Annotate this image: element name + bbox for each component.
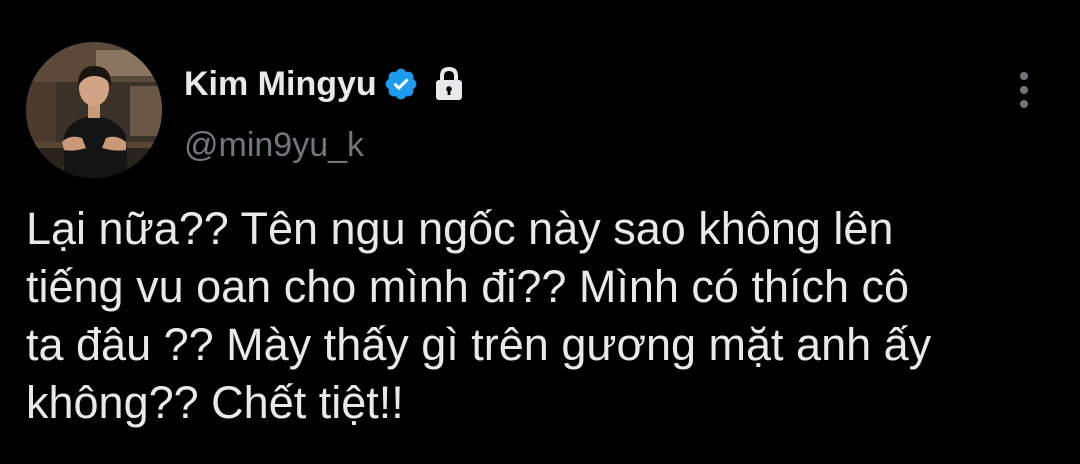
- verified-badge-icon: [383, 66, 419, 102]
- author-name-row: Kim Mingyu: [184, 60, 465, 108]
- more-vertical-icon: [1020, 100, 1028, 108]
- lock-icon: [433, 65, 465, 103]
- avatar-photo: [26, 42, 162, 178]
- tweet: Kim Mingyu @min9yu_k Lại nữa?? Tên ngu n…: [0, 0, 1080, 464]
- more-vertical-icon: [1020, 72, 1028, 80]
- more-vertical-icon: [1020, 86, 1028, 94]
- tweet-text: Lại nữa?? Tên ngu ngốc này sao không lên…: [26, 203, 932, 428]
- author-handle[interactable]: @min9yu_k: [184, 126, 364, 165]
- more-options-button[interactable]: [1000, 62, 1048, 118]
- author-display-name[interactable]: Kim Mingyu: [184, 65, 377, 104]
- avatar[interactable]: [26, 42, 162, 178]
